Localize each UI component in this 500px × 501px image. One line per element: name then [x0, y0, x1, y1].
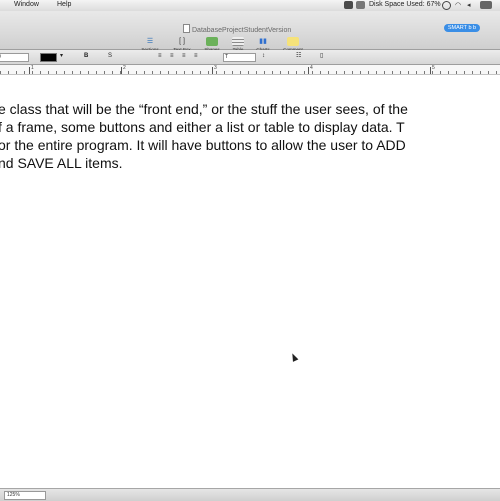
keyboard-icon[interactable] [356, 1, 365, 9]
smart-button[interactable]: SMART b b [444, 24, 480, 32]
volume-icon[interactable]: ◂ [467, 1, 471, 9]
wifi-icon[interactable]: ◠ [455, 1, 461, 9]
align-left-icon[interactable]: ≡ [158, 53, 162, 60]
text-box-icon: [ ] [179, 38, 185, 45]
battery-icon[interactable] [480, 1, 492, 9]
chevron-down-icon[interactable]: ▾ [60, 53, 63, 60]
menu-help[interactable]: Help [57, 1, 71, 8]
ruler[interactable]: 1 2 3 4 5 [0, 65, 500, 75]
line-spacing-icon[interactable]: ↕ [262, 53, 265, 60]
window-toolbar: DatabaseProjectStudentVersion SMART b b … [0, 11, 500, 52]
paragraph-style-field[interactable]: T [223, 53, 256, 62]
ruler-tick [212, 67, 213, 74]
comment-icon [287, 37, 299, 46]
strike-icon[interactable]: S [108, 53, 112, 60]
columns-icon[interactable]: ▯ [320, 53, 323, 60]
align-center-icon[interactable]: ≡ [170, 53, 174, 60]
table-icon [232, 37, 244, 46]
menu-window[interactable]: Window [14, 1, 39, 8]
document-body[interactable]: e class that will be the “front end,” or… [0, 75, 500, 485]
shapes-icon [206, 37, 218, 46]
disk-space-status[interactable]: Disk Space Used: 67% [369, 1, 441, 8]
ruler-number: 3 [214, 65, 217, 71]
app-status-icon[interactable] [344, 1, 353, 9]
bold-icon[interactable]: B [84, 53, 88, 60]
format-bar: 0 ▾ B S ≡ ≡ ≡ ≡ T ↕ ☷ ▯ [0, 50, 500, 65]
sections-icon: ☰ [146, 38, 154, 45]
justify-icon[interactable]: ≡ [194, 53, 198, 60]
document-line: nd SAVE ALL items. [0, 155, 123, 171]
sync-icon[interactable] [442, 1, 451, 10]
font-size-field[interactable]: 0 [0, 53, 29, 62]
document-line: e class that will be the “front end,” or… [0, 101, 408, 117]
text-color-swatch[interactable] [40, 53, 57, 62]
ruler-tick [308, 67, 309, 74]
document-icon [183, 24, 190, 33]
ruler-tick [29, 67, 30, 74]
ruler-number: 1 [31, 65, 34, 71]
charts-icon: ▮▮ [259, 38, 267, 45]
align-right-icon[interactable]: ≡ [182, 53, 186, 60]
document-line: or the entire program. It will have butt… [0, 137, 406, 153]
window-title-text: DatabaseProjectStudentVersion [192, 27, 292, 34]
ruler-tick [121, 67, 122, 74]
status-bar: 125% [0, 488, 500, 501]
ruler-number: 5 [432, 65, 435, 71]
mouse-pointer [289, 352, 299, 362]
ruler-tick [430, 67, 431, 74]
ruler-number: 2 [123, 65, 126, 71]
zoom-field[interactable]: 125% [4, 491, 46, 500]
ruler-number: 4 [310, 65, 313, 71]
document-line: f a frame, some buttons and either a lis… [0, 119, 405, 135]
bullet-list-icon[interactable]: ☷ [296, 53, 301, 60]
window-title: DatabaseProjectStudentVersion [183, 24, 291, 34]
